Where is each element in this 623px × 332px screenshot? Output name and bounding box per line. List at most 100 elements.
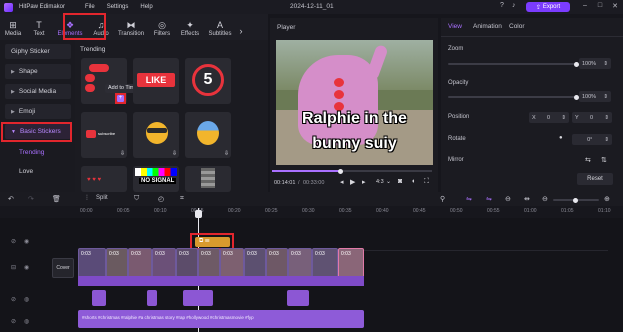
rotate-dial-icon[interactable]: ● bbox=[559, 135, 563, 141]
video-preview[interactable]: Ralphie in the bunny suiy bbox=[276, 40, 433, 165]
track-lock-icon[interactable]: ⊟ bbox=[11, 264, 16, 271]
split-icon[interactable]: ⫶ bbox=[86, 195, 88, 203]
download-icon[interactable]: ⇩ bbox=[172, 150, 177, 157]
audio-clip[interactable]: #shorts #christmas #ralphie #a christmas… bbox=[78, 310, 364, 328]
aspect-ratio-select[interactable]: 4:3 bbox=[376, 179, 384, 185]
audio-segment[interactable] bbox=[287, 290, 309, 306]
next-frame-icon[interactable]: ▸ bbox=[362, 178, 366, 186]
menu-help[interactable]: Help bbox=[140, 4, 152, 10]
playhead-handle[interactable] bbox=[195, 210, 202, 218]
audio-segment[interactable] bbox=[183, 290, 213, 306]
snapshot-icon[interactable]: ◙ bbox=[398, 178, 402, 185]
minimize-icon[interactable]: – bbox=[578, 2, 592, 9]
stepper-icon: ⇕ bbox=[603, 60, 608, 67]
menu-file[interactable]: File bbox=[85, 4, 95, 10]
sidebar-sub-love[interactable]: Love bbox=[19, 168, 33, 175]
menu-settings[interactable]: Settings bbox=[107, 4, 129, 10]
opacity-slider[interactable] bbox=[448, 94, 579, 100]
sticker-tile-pixel[interactable] bbox=[185, 166, 231, 192]
sticker-tile-no-signal[interactable]: NO SIGNAL bbox=[133, 166, 179, 192]
help-icon[interactable]: ? bbox=[500, 2, 504, 9]
timeline-zoom-knob[interactable] bbox=[573, 197, 578, 203]
audio-segment[interactable] bbox=[92, 290, 106, 306]
playback-progress-track[interactable] bbox=[272, 168, 432, 174]
track-lock-icon[interactable]: ⊘ bbox=[11, 238, 16, 245]
magnet-icon[interactable]: ⇋ bbox=[486, 195, 492, 203]
sticker-tile-scared-emoji[interactable]: ⇩ bbox=[185, 112, 231, 158]
chevron-down-icon[interactable]: ⌄ bbox=[386, 178, 391, 185]
toolbar-more[interactable]: › bbox=[236, 14, 246, 40]
speed-icon[interactable]: ◴ bbox=[158, 195, 164, 203]
sidebar-item-giphy[interactable]: Giphy Sticker bbox=[5, 44, 71, 59]
play-icon[interactable]: ▶ bbox=[350, 178, 355, 186]
tool-effects[interactable]: ✦ Effects bbox=[176, 14, 204, 40]
export-button[interactable]: ⇪ Export bbox=[526, 2, 570, 12]
download-icon[interactable]: ⇩ bbox=[120, 150, 125, 157]
flip-vertical-icon[interactable]: ⇅ bbox=[601, 156, 607, 164]
sticker-clip[interactable]: ⧉ ☰ bbox=[195, 237, 230, 247]
bell-icon[interactable]: ♪ bbox=[512, 2, 516, 9]
microphone-icon[interactable]: ⚲ bbox=[440, 195, 445, 203]
tool-filters-label: Filters bbox=[153, 31, 171, 37]
prev-frame-icon[interactable]: ◂ bbox=[340, 178, 344, 186]
sidebar-item-emoji[interactable]: ▶ Emoji bbox=[5, 104, 71, 119]
tool-filters[interactable]: ◎ Filters bbox=[148, 14, 176, 40]
sidebar-item-shape[interactable]: ▶ Shape bbox=[5, 64, 71, 79]
position-y-input[interactable]: Y 0 ⇕ bbox=[572, 112, 612, 123]
opacity-input[interactable]: 100% ⇕ bbox=[579, 91, 611, 102]
sidebar-item-social-media[interactable]: ▶ Social Media bbox=[5, 84, 71, 99]
tab-view[interactable]: View bbox=[448, 23, 462, 30]
sticker-tile-like[interactable]: LIKE bbox=[133, 58, 179, 104]
close-icon[interactable]: ✕ bbox=[608, 2, 622, 10]
timeline-ruler[interactable]: 00:00 00:05 00:10 00:15 00:20 00:25 00:3… bbox=[0, 206, 623, 218]
tool-text[interactable]: T Text bbox=[26, 14, 52, 40]
position-x-input[interactable]: X 0 ⇕ bbox=[529, 112, 569, 123]
track-visibility-icon[interactable]: ◉ bbox=[24, 264, 29, 271]
fit-icon[interactable]: ⇹ bbox=[524, 195, 530, 203]
download-icon[interactable]: ⇩ bbox=[224, 150, 229, 157]
reset-button[interactable]: Reset bbox=[577, 173, 613, 185]
playback-scrubber[interactable] bbox=[338, 168, 343, 174]
add-sticker-button[interactable]: + bbox=[117, 95, 124, 102]
fullscreen-icon[interactable]: ⛶ bbox=[424, 178, 429, 186]
delete-icon[interactable]: 🗑 bbox=[52, 195, 61, 203]
sidebar-sub-trending[interactable]: Trending bbox=[19, 149, 44, 156]
zoom-input[interactable]: 100% ⇕ bbox=[579, 58, 611, 69]
track-mute-icon[interactable]: ◍ bbox=[24, 318, 29, 325]
split-label[interactable]: Split bbox=[96, 195, 108, 201]
redo-icon[interactable]: ↷ bbox=[28, 195, 34, 203]
track-visibility-icon[interactable]: ◉ bbox=[24, 238, 29, 245]
zoom-out-icon[interactable]: ⊖ bbox=[542, 195, 548, 203]
sticker-tile-cool-emoji[interactable]: ⇩ bbox=[133, 112, 179, 158]
crop-icon[interactable]: ⌗ bbox=[180, 195, 184, 203]
export-icon: ⇪ bbox=[535, 4, 541, 11]
timeline-zoom-slider[interactable] bbox=[553, 197, 599, 203]
tool-subtitles[interactable]: A Subtitles bbox=[204, 14, 236, 40]
flip-horizontal-icon[interactable]: ⇆ bbox=[585, 156, 591, 164]
tool-transition[interactable]: ⧓ Transition bbox=[114, 14, 148, 40]
link-icon[interactable]: ⇋ bbox=[466, 195, 472, 203]
undo-icon[interactable]: ↶ bbox=[8, 195, 14, 203]
rotate-input[interactable]: 0° ⇕ bbox=[572, 134, 612, 145]
cover-button[interactable]: Cover bbox=[52, 258, 74, 278]
track-lock-icon[interactable]: ⊘ bbox=[11, 296, 16, 303]
zoom-in-icon[interactable]: ⊕ bbox=[604, 195, 610, 203]
tab-animation[interactable]: Animation bbox=[473, 23, 502, 30]
zoom-slider[interactable] bbox=[448, 61, 579, 67]
tab-color[interactable]: Color bbox=[509, 23, 525, 30]
sticker-tile-five[interactable]: 5 bbox=[185, 58, 231, 104]
tool-media-label: Media bbox=[4, 31, 22, 37]
top-toolbar: ⊞ Media T Text ❖ Elements ♫ Audio ⧓ Transitio… bbox=[0, 14, 268, 40]
shield-icon[interactable]: ⛉ bbox=[134, 195, 139, 203]
time-total: 00:33:00 bbox=[303, 180, 325, 186]
maximize-icon[interactable]: □ bbox=[593, 2, 607, 9]
sticker-tile-subscribe[interactable]: subscribe ⇩ bbox=[81, 112, 127, 158]
chain-icon[interactable]: ⊖ bbox=[505, 195, 511, 203]
track-lock-icon[interactable]: ⊘ bbox=[11, 318, 16, 325]
tool-media[interactable]: ⊞ Media bbox=[0, 14, 26, 40]
sticker-tile-hearts[interactable]: ♥ ♥ ♥ bbox=[81, 166, 127, 192]
clip-duration: 0:03 bbox=[109, 251, 119, 257]
volume-icon[interactable]: ◖ bbox=[411, 178, 415, 185]
track-mute-icon[interactable]: ◍ bbox=[24, 296, 29, 303]
audio-segment[interactable] bbox=[147, 290, 157, 306]
